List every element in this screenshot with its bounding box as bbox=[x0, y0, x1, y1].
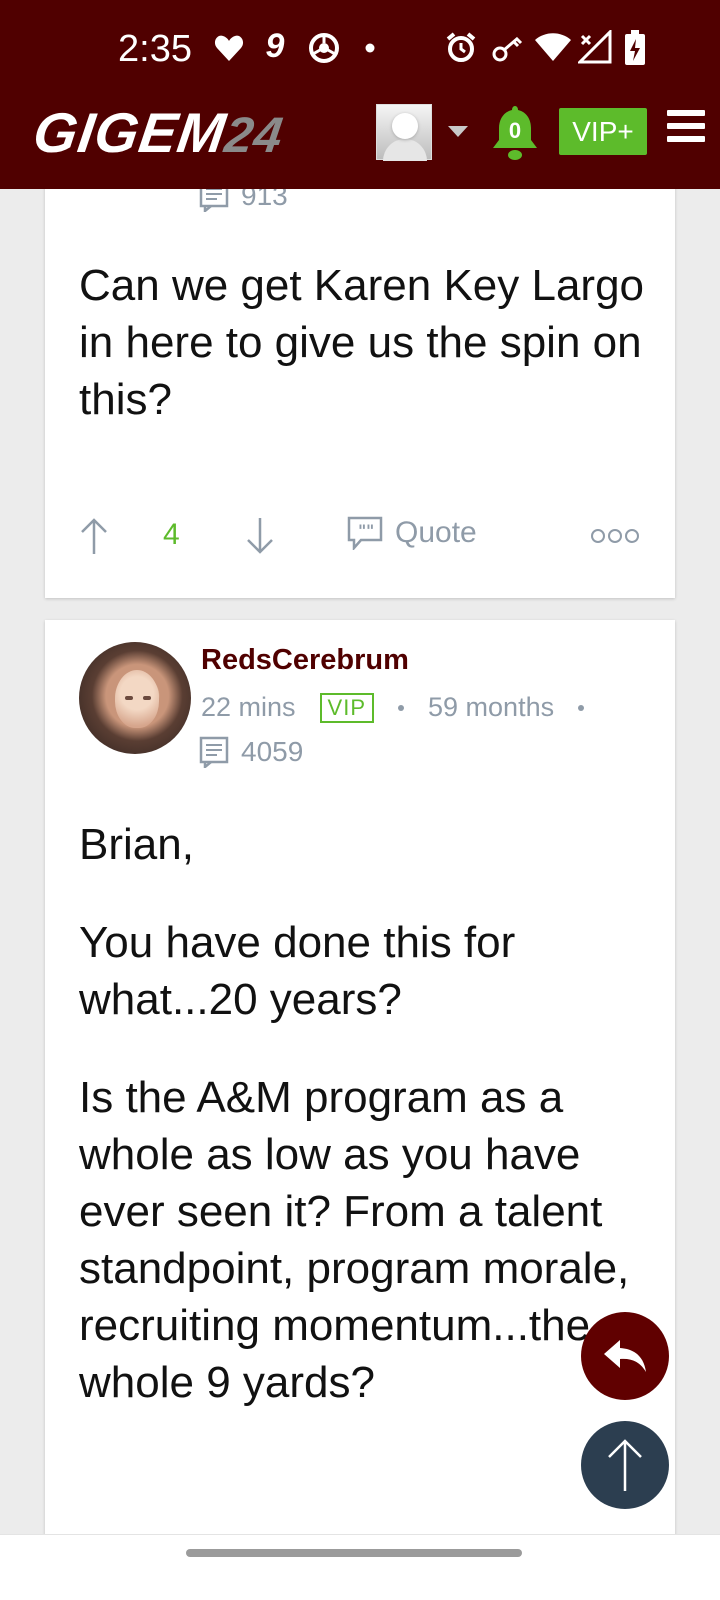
notification-count: 0 bbox=[508, 118, 522, 143]
alarm-icon bbox=[444, 30, 478, 64]
post-body: Can we get Karen Key Largo in here to gi… bbox=[79, 261, 645, 424]
separator-dot bbox=[578, 704, 585, 711]
post-paragraph: Brian, bbox=[79, 820, 194, 869]
site-logo[interactable]: GIGEM24 bbox=[29, 100, 287, 165]
app-header: 2:35 9 GIGEM24 0 VIP+ bbox=[0, 0, 720, 189]
chevron-down-icon[interactable] bbox=[448, 126, 468, 137]
home-gesture-bar[interactable] bbox=[186, 1549, 522, 1557]
heart-icon bbox=[214, 34, 244, 62]
quote-label: Quote bbox=[395, 516, 477, 549]
downvote-arrow-icon[interactable] bbox=[245, 516, 275, 556]
nine-icon: 9 bbox=[265, 26, 285, 65]
post-paragraph: You have done this for what...20 years? bbox=[79, 918, 516, 1024]
hamburger-menu-icon[interactable] bbox=[667, 110, 705, 148]
avatar-head bbox=[392, 113, 418, 139]
post-meta: 22 mins VIP 59 months bbox=[201, 692, 608, 723]
notifications-bell[interactable]: 0 bbox=[490, 104, 540, 162]
dot-icon bbox=[364, 42, 376, 54]
separator-dot bbox=[398, 704, 405, 711]
user-avatar[interactable] bbox=[376, 104, 432, 161]
avatar-face bbox=[115, 670, 159, 728]
author-avatar[interactable] bbox=[79, 642, 191, 754]
svg-text:": " bbox=[366, 521, 374, 540]
membership-length: 59 months bbox=[428, 692, 555, 722]
post-count-value: 4059 bbox=[241, 736, 304, 767]
quote-icon: " " bbox=[347, 516, 383, 550]
author-username[interactable]: RedsCerebrum bbox=[201, 644, 409, 677]
more-options-icon[interactable] bbox=[590, 526, 640, 546]
key-icon bbox=[492, 34, 524, 62]
reply-button[interactable] bbox=[581, 1312, 669, 1400]
post-paragraph: Is the A&M program as a whole as low as … bbox=[79, 1073, 630, 1407]
reply-icon bbox=[604, 1340, 646, 1372]
document-icon bbox=[199, 736, 229, 768]
status-time: 2:35 bbox=[118, 28, 192, 70]
quote-button[interactable]: " " Quote bbox=[347, 516, 477, 550]
vote-count: 4 bbox=[163, 518, 180, 551]
avatar-eye bbox=[143, 696, 151, 700]
post-time: 22 mins bbox=[201, 692, 296, 722]
post-card: 913 Can we get Karen Key Largo in here t… bbox=[45, 150, 675, 598]
logo-number: 24 bbox=[221, 107, 287, 163]
wifi-icon bbox=[534, 32, 572, 62]
post-actions: 4 " " Quote bbox=[45, 502, 675, 572]
top-nav: GIGEM24 0 VIP+ bbox=[0, 96, 720, 189]
post-count: 4059 bbox=[199, 736, 303, 768]
avatar-shoulders bbox=[383, 139, 427, 161]
vip-badge: VIP bbox=[319, 692, 375, 723]
battery-charging-icon bbox=[624, 30, 646, 66]
chrome-icon bbox=[308, 32, 340, 64]
avatar-eye bbox=[125, 696, 133, 700]
logo-text: GIGEM bbox=[29, 101, 231, 164]
post-card: RedsCerebrum 22 mins VIP 59 months 4059 … bbox=[45, 620, 675, 1580]
signal-off-icon bbox=[578, 30, 612, 64]
system-nav-bar bbox=[0, 1534, 720, 1600]
status-bar: 2:35 9 bbox=[0, 0, 720, 96]
scroll-to-top-button[interactable] bbox=[581, 1421, 669, 1509]
vip-plus-button[interactable]: VIP+ bbox=[559, 108, 647, 155]
arrow-up-icon bbox=[608, 1439, 642, 1491]
upvote-arrow-icon[interactable] bbox=[79, 516, 109, 556]
